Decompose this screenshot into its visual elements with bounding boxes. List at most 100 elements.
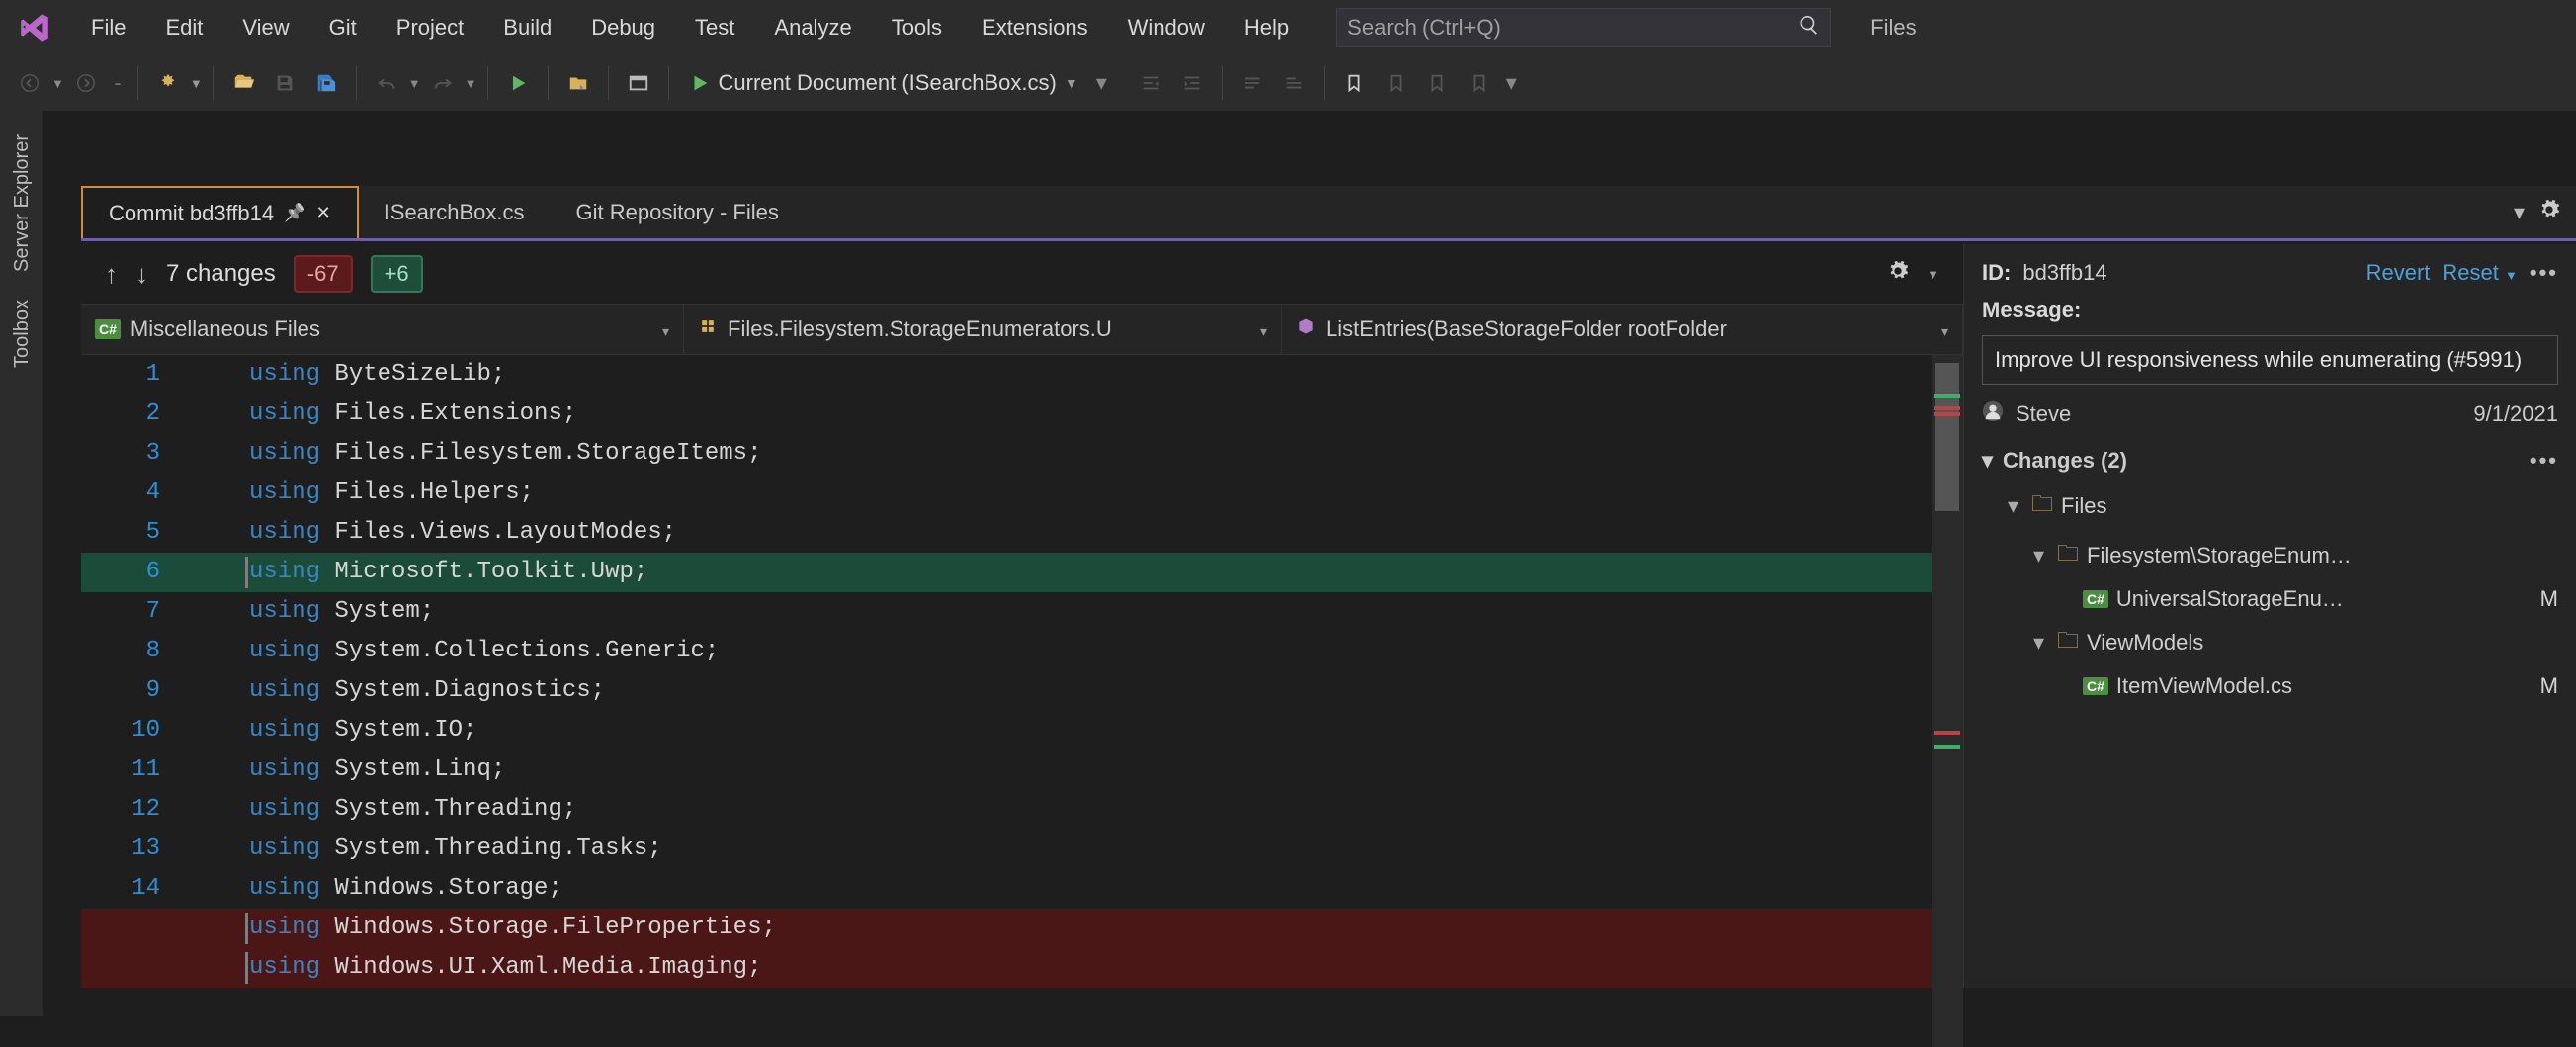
next-change-button[interactable]: ↓ [135,259,148,290]
undo-button[interactable] [367,63,406,103]
code-text: using Windows.UI.Xaml.Media.Imaging; [190,948,1963,988]
uncomment-button[interactable] [1274,63,1314,103]
tree-folder[interactable]: ▾🗀Files [1982,481,2558,531]
doc-tab[interactable]: ISearchBox.cs [359,186,551,238]
chevron-down-icon[interactable]: ▼ [190,76,203,91]
doc-tab-label: ISearchBox.cs [385,200,525,225]
nav-forward-button[interactable] [66,63,106,103]
search-icon [1798,14,1820,42]
menu-edit[interactable]: Edit [145,15,222,41]
tree-label: Filesystem\StorageEnum… [2087,543,2352,568]
pin-icon[interactable]: 📌 [284,203,305,223]
toolbox-tab[interactable]: Toolbox [11,286,34,382]
folder-icon: 🗀 [2057,624,2079,661]
reset-button[interactable]: Reset ▼ [2442,260,2517,286]
nav-up-button[interactable]: - [108,63,128,103]
menu-help[interactable]: Help [1225,15,1309,41]
code-text: using System.Diagnostics; [190,671,1963,711]
menu-window[interactable]: Window [1108,15,1225,41]
menu-build[interactable]: Build [483,15,571,41]
menu-project[interactable]: Project [377,15,483,41]
tree-label: ItemViewModel.cs [2116,673,2292,699]
doc-tab-label: Git Repository - Files [576,200,779,225]
code-text: using System.Linq; [190,750,1963,790]
more-button[interactable]: ••• [2530,260,2558,286]
line-number: 2 [81,394,190,434]
main-area: ↑ ↓ 7 changes -67 +6 ▼ C# Miscellaneous … [81,244,2576,988]
line-number: 10 [81,711,190,750]
breadcrumb: C# Miscellaneous Files Files.Filesystem.… [81,304,1963,355]
line-number: 11 [81,750,190,790]
code-text: using Microsoft.Toolkit.Uwp; [190,553,1963,592]
line-number: 7 [81,592,190,632]
window-layout-button[interactable] [619,63,658,103]
open-folder-button[interactable] [558,63,598,103]
crumb-project[interactable]: C# Miscellaneous Files [81,305,684,354]
nav-back-button[interactable] [10,63,49,103]
new-item-button[interactable] [148,63,188,103]
start-debug-button[interactable] [498,63,538,103]
menu-file[interactable]: File [71,15,145,41]
server-explorer-tab[interactable]: Server Explorer [11,121,34,286]
tree-folder[interactable]: ▾🗀Filesystem\StorageEnum… [1982,531,2558,580]
redo-button[interactable] [423,63,463,103]
line-number: 14 [81,869,190,909]
csharp-icon: C# [2083,677,2108,695]
tree-file[interactable]: C# ItemViewModel.csM [1982,667,2558,705]
code-editor[interactable]: 1using ByteSizeLib;2using Files.Extensio… [81,355,1963,988]
chevron-down-icon[interactable]: ▼ [465,76,477,91]
chevron-down-icon[interactable]: ▼ [51,76,64,91]
changes-tree: ▾ Changes (2) ••• ▾🗀Files▾🗀Filesystem\St… [1982,440,2558,705]
separator [548,66,549,100]
code-text: using System.Collections.Generic; [190,632,1963,671]
comment-button[interactable] [1233,63,1272,103]
bookmark-prev-button[interactable] [1376,63,1416,103]
overflow-marker: ▾ [1096,70,1107,96]
menu-view[interactable]: View [222,15,308,41]
indent-button[interactable] [1172,63,1212,103]
more-button[interactable]: ••• [2530,448,2558,474]
separator [213,66,214,100]
crumb-method[interactable]: ListEntries(BaseStorageFolder rootFolder [1282,305,1963,354]
close-icon[interactable]: ✕ [316,203,331,223]
bookmark-next-button[interactable] [1417,63,1457,103]
scrollbar-thumb[interactable] [1935,363,1959,511]
doc-tab[interactable]: Git Repository - Files [551,186,805,238]
changes-tree-header[interactable]: ▾ Changes (2) ••• [1982,440,2558,481]
prev-change-button[interactable]: ↑ [105,259,118,290]
menu-git[interactable]: Git [309,15,377,41]
crumb-namespace[interactable]: Files.Filesystem.StorageEnumerators.U [684,305,1282,354]
search-input[interactable]: Search (Ctrl+Q) [1336,8,1831,47]
tree-file[interactable]: C# UniversalStorageEnu…M [1982,580,2558,618]
menu-debug[interactable]: Debug [571,15,675,41]
menu-test[interactable]: Test [675,15,754,41]
menu-tools[interactable]: Tools [872,15,962,41]
start-target-dropdown[interactable]: Current Document (ISearchBox.cs) ▼ [679,63,1088,103]
tree-folder[interactable]: ▾🗀ViewModels [1982,618,2558,667]
separator [137,66,138,100]
menu-extensions[interactable]: Extensions [962,15,1108,41]
save-button[interactable] [265,63,304,103]
additions-badge: +6 [371,255,423,293]
commit-author: Steve [2016,401,2071,427]
main-toolbar: ▼ - ▼ ▼ ▼ Current Document (ISearchBox.c… [0,55,2576,111]
vertical-scrollbar[interactable] [1932,355,1963,1047]
deletions-badge: -67 [294,255,353,293]
gear-icon[interactable] [1887,260,1909,288]
doc-tab[interactable]: Commit bd3ffb14📌✕ [81,186,359,238]
open-file-button[interactable] [223,63,263,103]
tree-label: Files [2061,493,2106,519]
outdent-button[interactable] [1131,63,1170,103]
chevron-down-icon[interactable]: ▼ [408,76,421,91]
search-placeholder: Search (Ctrl+Q) [1347,15,1798,41]
revert-button[interactable]: Revert [2366,260,2431,286]
bookmark-clear-button[interactable] [1459,63,1499,103]
save-all-button[interactable] [306,63,346,103]
bookmark-button[interactable] [1334,63,1374,103]
menu-analyze[interactable]: Analyze [754,15,871,41]
tab-overflow-button[interactable]: ▾ [2514,200,2525,225]
gear-icon[interactable] [2538,199,2560,226]
separator [356,66,357,100]
code-text: using System.IO; [190,711,1963,750]
chevron-down-icon[interactable]: ▼ [1927,267,1939,282]
